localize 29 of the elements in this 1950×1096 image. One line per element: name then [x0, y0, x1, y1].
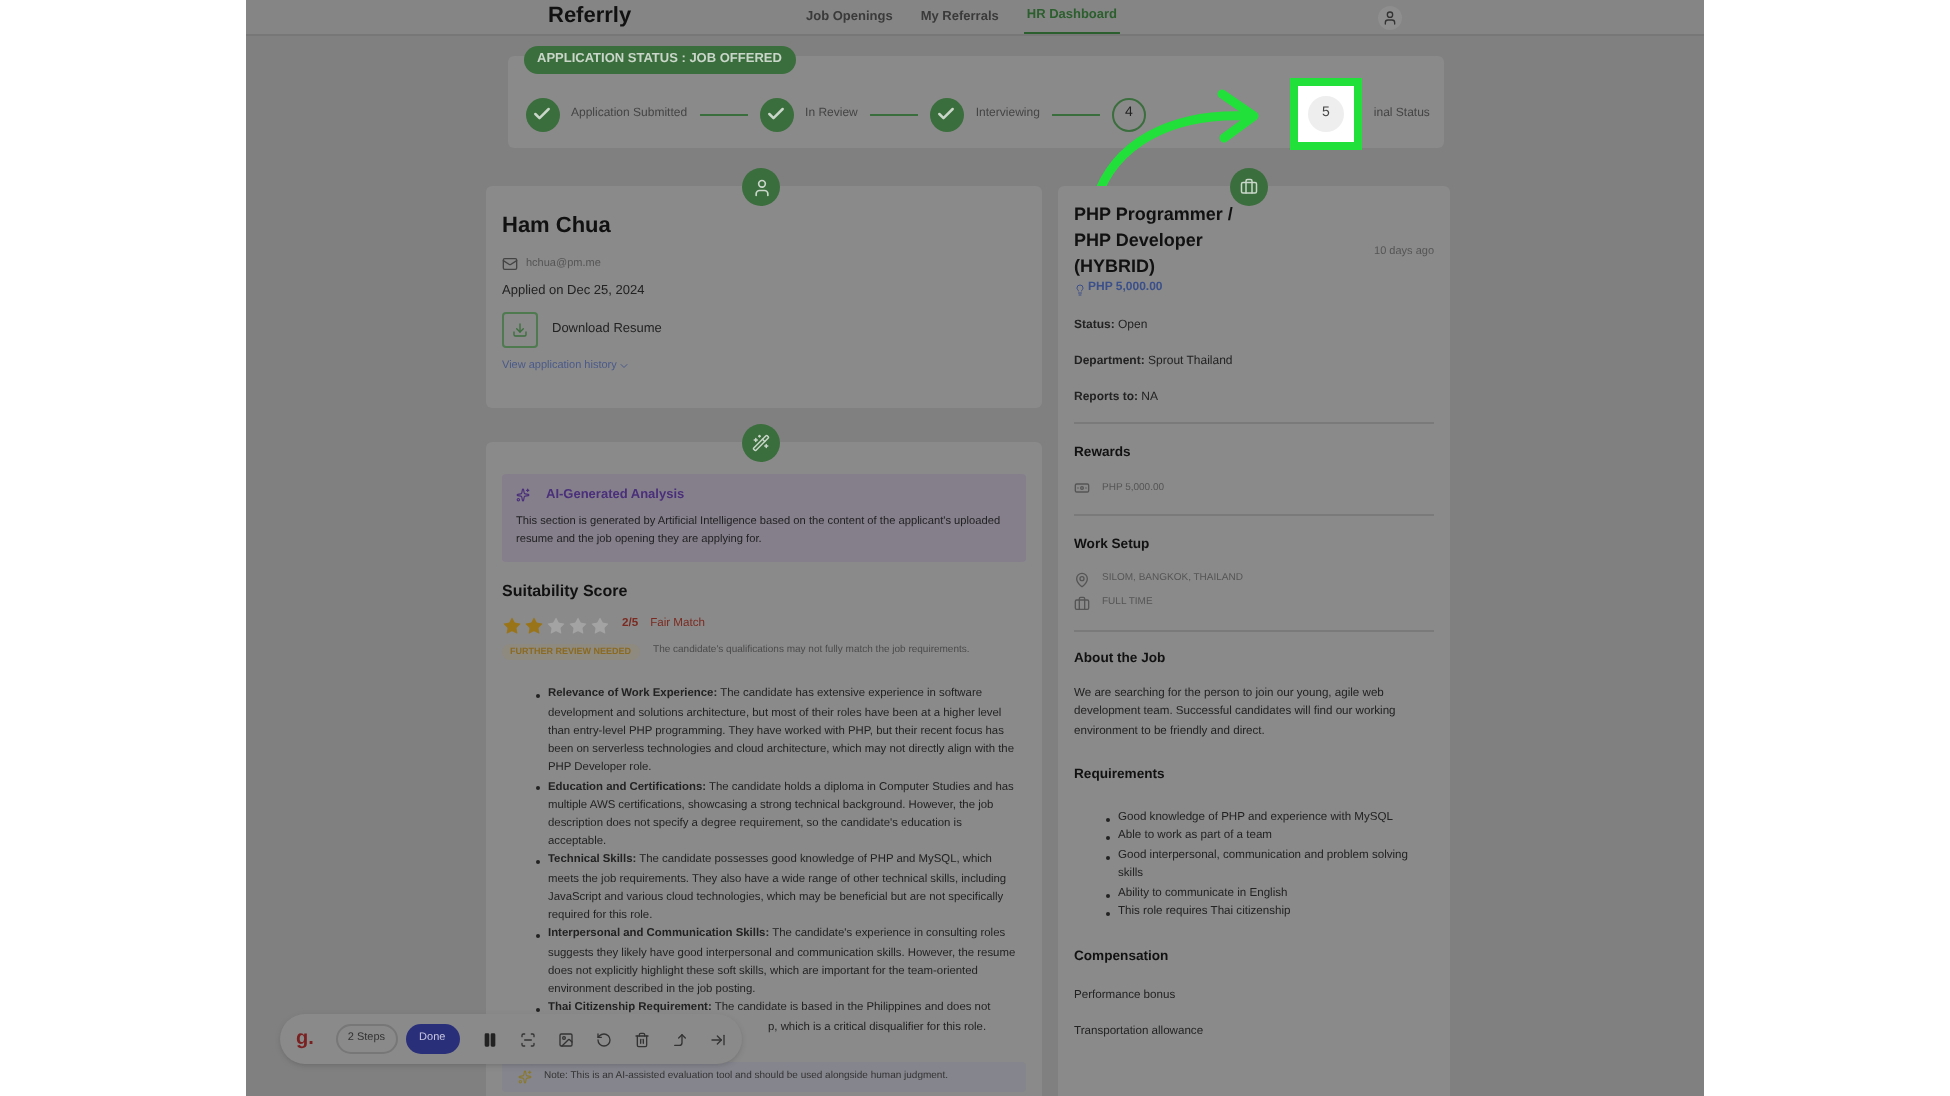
person-icon [742, 168, 780, 206]
undo-icon[interactable] [595, 1031, 612, 1047]
trash-icon[interactable] [633, 1031, 650, 1047]
pause-icon[interactable] [481, 1031, 498, 1047]
logo: Referrly [548, 2, 634, 33]
bulb-icon [1074, 283, 1086, 296]
suitability-title: Suitability Score [502, 579, 630, 604]
magic-wand-icon [742, 424, 780, 462]
chevron-down-icon [618, 359, 631, 372]
star-icon [590, 615, 610, 636]
job-title: PHP Programmer / PHP Developer (HYBRID) [1074, 202, 1235, 281]
star-icon [502, 615, 522, 636]
sparkle-icon [518, 1070, 532, 1085]
briefcase-icon [1074, 595, 1090, 612]
sparkle-icon [516, 488, 530, 503]
money-icon [1074, 480, 1090, 497]
recorder-logo: g. [296, 1026, 314, 1054]
image-icon[interactable] [557, 1031, 574, 1047]
applicant-name: Ham Chua [502, 212, 613, 242]
star-icon [568, 615, 588, 636]
location-pin-icon [1074, 571, 1090, 588]
star-icon [546, 615, 566, 636]
user-avatar-icon[interactable] [1378, 5, 1402, 29]
arrow-up-icon[interactable] [671, 1031, 688, 1047]
mail-icon [502, 255, 518, 272]
briefcase-icon [1230, 168, 1268, 206]
capture-icon[interactable] [519, 1031, 536, 1047]
star-icon [524, 615, 544, 636]
skip-icon[interactable] [709, 1031, 726, 1047]
